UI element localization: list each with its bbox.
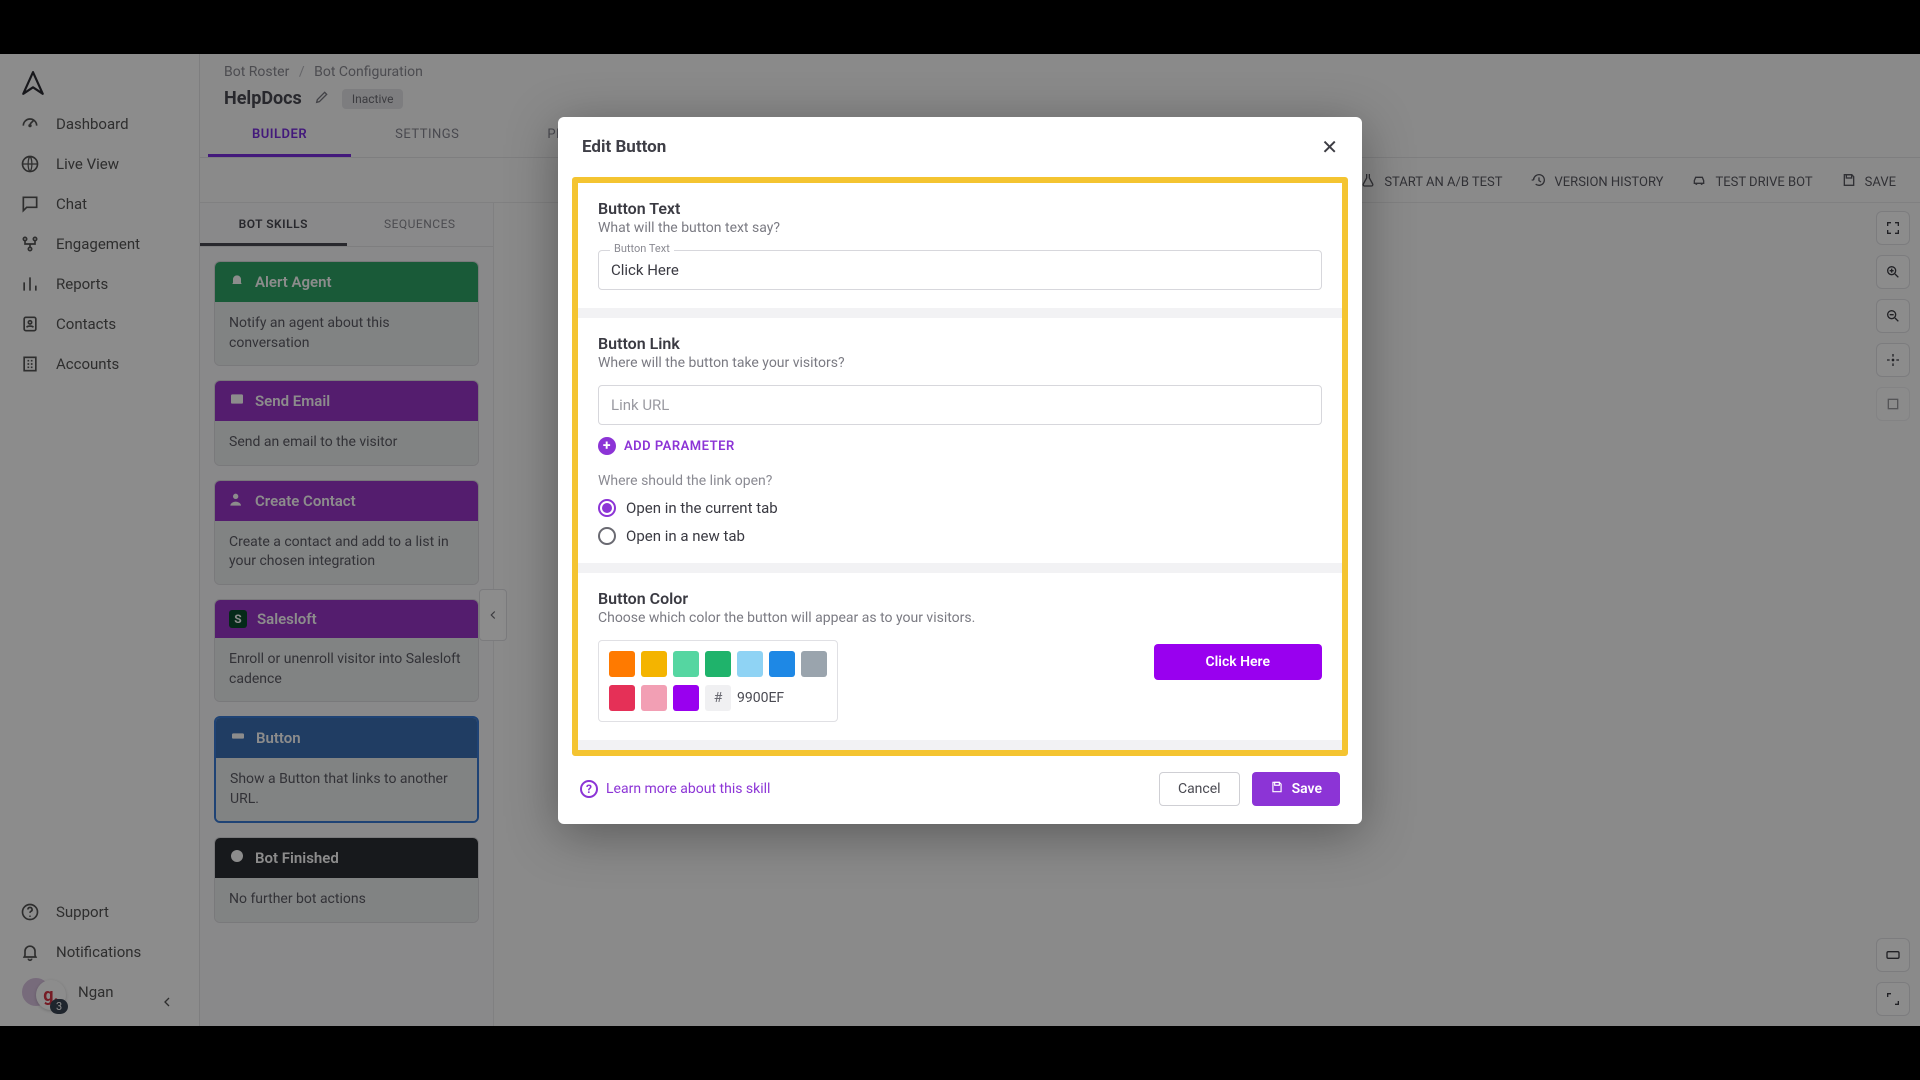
section-title: Button Link [598, 334, 1322, 353]
radio-icon [598, 499, 616, 517]
color-swatch[interactable] [609, 685, 635, 711]
section-button-color: Button Color Choose which color the butt… [578, 573, 1342, 750]
section-subtitle: What will the button text say? [598, 220, 1322, 236]
section-title: Button Color [598, 589, 1322, 608]
button-link-input[interactable] [598, 385, 1322, 425]
add-parameter-button[interactable]: + ADD PARAMETER [598, 437, 735, 455]
swatch-row: # [609, 685, 827, 711]
radio-open-new[interactable]: Open in a new tab [598, 527, 1322, 545]
color-swatch[interactable] [609, 651, 635, 677]
field-label: Button Text [610, 242, 674, 255]
open-where-label: Where should the link open? [598, 473, 1322, 489]
color-picker: # [598, 640, 838, 722]
color-swatch[interactable] [769, 651, 795, 677]
button-text-input[interactable] [598, 250, 1322, 290]
hash-icon: # [705, 685, 731, 711]
save-icon [1270, 780, 1284, 798]
color-swatch[interactable] [801, 651, 827, 677]
edit-button-modal: Edit Button ✕ Button Text What will the … [558, 117, 1362, 824]
learn-more-link[interactable]: ? Learn more about this skill [580, 780, 770, 798]
modal-title: Edit Button [582, 137, 666, 157]
button-preview: Click Here [1154, 644, 1322, 680]
color-swatch[interactable] [705, 651, 731, 677]
color-swatch[interactable] [673, 685, 699, 711]
plus-circle-icon: + [598, 437, 616, 455]
section-subtitle: Choose which color the button will appea… [598, 610, 1322, 626]
section-button-link: Button Link Where will the button take y… [578, 318, 1342, 573]
section-button-text: Button Text What will the button text sa… [578, 183, 1342, 318]
color-swatch[interactable] [641, 685, 667, 711]
section-title: Button Text [598, 199, 1322, 218]
radio-icon [598, 527, 616, 545]
color-swatch[interactable] [673, 651, 699, 677]
hex-input[interactable] [737, 690, 811, 706]
close-icon[interactable]: ✕ [1321, 135, 1338, 159]
color-swatch[interactable] [737, 651, 763, 677]
swatch-row [609, 651, 827, 677]
modal-save-button[interactable]: Save [1252, 772, 1340, 806]
cancel-button[interactable]: Cancel [1159, 772, 1240, 806]
help-icon: ? [580, 780, 598, 798]
section-subtitle: Where will the button take your visitors… [598, 355, 1322, 371]
color-swatch[interactable] [641, 651, 667, 677]
radio-open-current[interactable]: Open in the current tab [598, 499, 1322, 517]
